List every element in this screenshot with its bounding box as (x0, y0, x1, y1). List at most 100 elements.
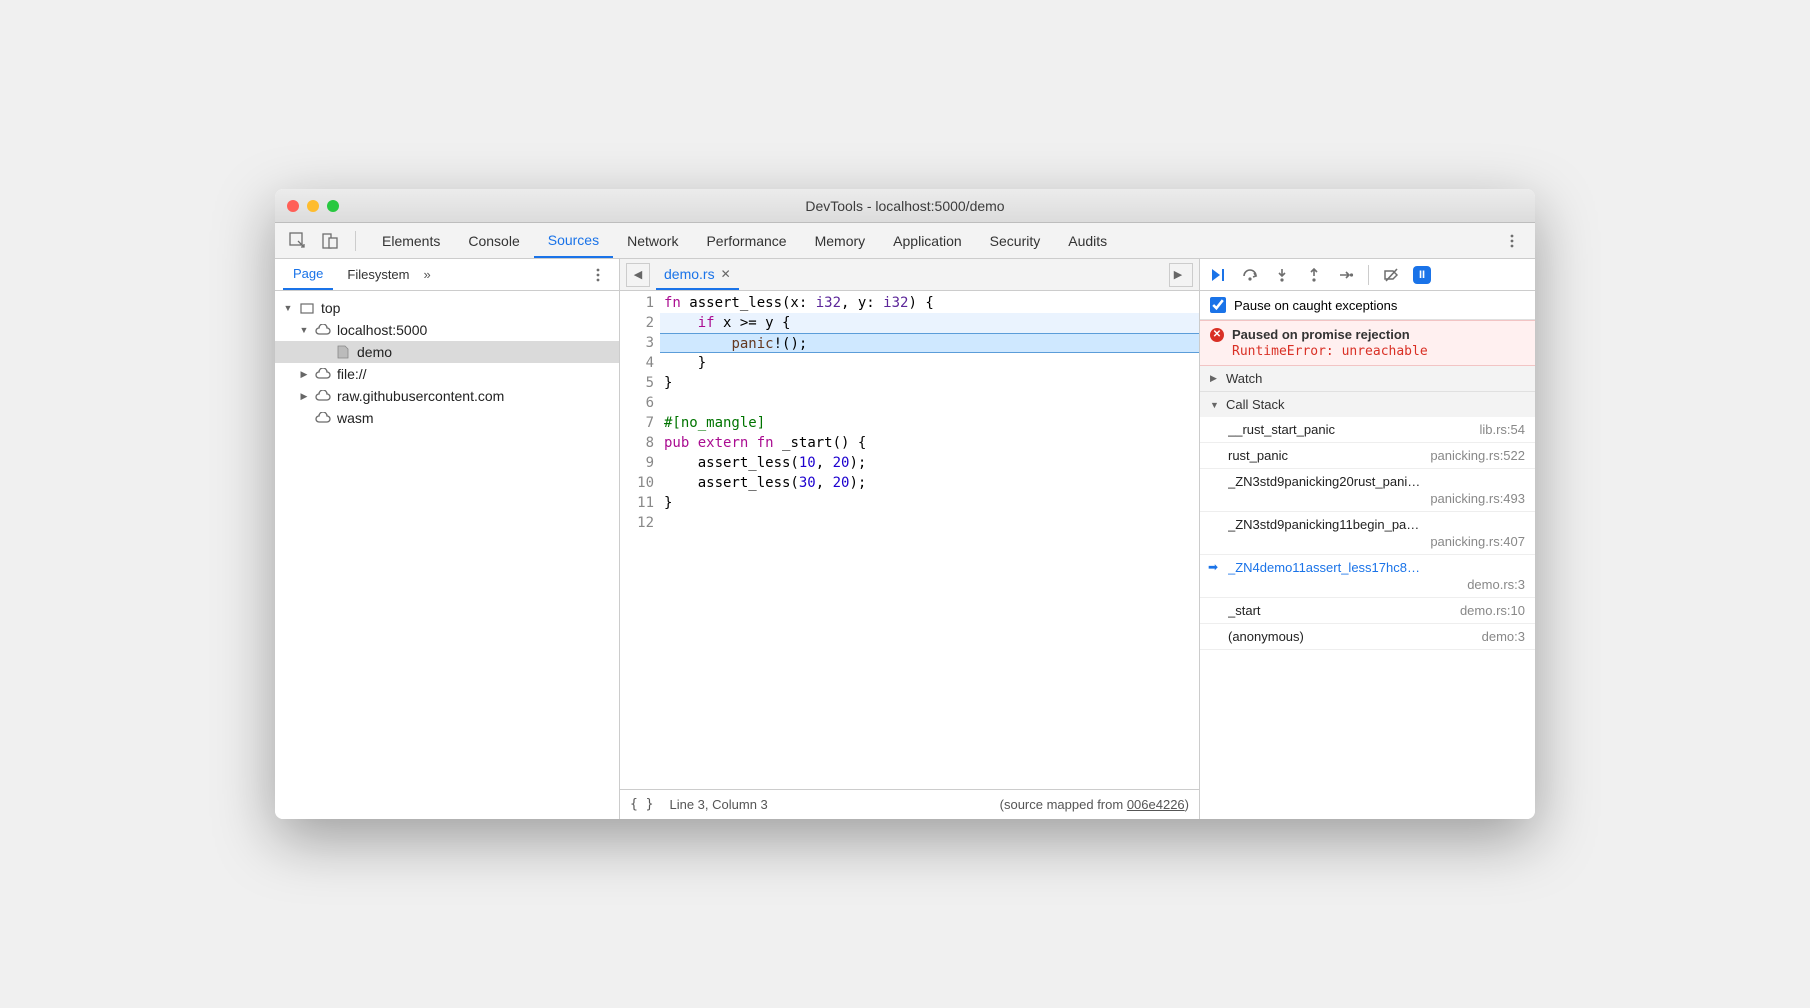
editor-statusbar: { } Line 3, Column 3 (source mapped from… (620, 789, 1199, 819)
frame-function: _ZN3std9panicking11begin_pa… (1228, 517, 1525, 532)
more-options-icon[interactable] (1499, 228, 1525, 254)
panel-tabs: ElementsConsoleSourcesNetworkPerformance… (368, 223, 1121, 258)
code-line[interactable] (660, 393, 1199, 413)
panel-tab-sources[interactable]: Sources (534, 223, 613, 258)
debugger-controls: II (1200, 259, 1535, 291)
stack-frame[interactable]: rust_panicpanicking.rs:522 (1200, 443, 1535, 469)
titlebar: DevTools - localhost:5000/demo (275, 189, 1535, 223)
main-toolbar: ElementsConsoleSourcesNetworkPerformance… (275, 223, 1535, 259)
cloud-icon (315, 388, 331, 404)
panel-tab-application[interactable]: Application (879, 223, 976, 258)
nav-forward-icon[interactable]: ▶ (1169, 263, 1193, 287)
pretty-print-icon[interactable]: { } (630, 797, 653, 812)
panel-tab-console[interactable]: Console (454, 223, 533, 258)
stack-frame[interactable]: (anonymous) demo:3 (1200, 624, 1535, 650)
step-icon[interactable] (1336, 265, 1356, 285)
panel-tab-security[interactable]: Security (976, 223, 1055, 258)
maximize-window-button[interactable] (327, 200, 339, 212)
frame-function: (anonymous) (1228, 629, 1474, 644)
frame-location: demo:3 (1482, 629, 1525, 644)
stack-frame[interactable]: __rust_start_panic lib.rs:54 (1200, 417, 1535, 443)
frame-location: panicking.rs:407 (1228, 534, 1525, 549)
file-tab-demo[interactable]: demo.rs ✕ (656, 259, 739, 290)
paused-detail: RuntimeError: unreachable (1210, 344, 1525, 359)
devtools-window: DevTools - localhost:5000/demo ElementsC… (275, 189, 1535, 819)
code-line[interactable]: #[no_mangle] (660, 413, 1199, 433)
code-line[interactable]: panic!(); (660, 333, 1199, 353)
tree-item-localhost-5000[interactable]: ▼localhost:5000 (275, 319, 619, 341)
panel-tab-network[interactable]: Network (613, 223, 692, 258)
nav-back-icon[interactable]: ◀ (626, 263, 650, 287)
expand-icon: ▼ (1210, 400, 1220, 410)
panel-tab-performance[interactable]: Performance (692, 223, 800, 258)
stack-frame[interactable]: _ZN3std9panicking20rust_pani…panicking.r… (1200, 469, 1535, 512)
code-line[interactable]: if x >= y { (660, 313, 1199, 333)
folder-icon (299, 300, 315, 316)
code-line[interactable]: assert_less(10, 20); (660, 453, 1199, 473)
pause-on-exceptions-icon[interactable]: II (1413, 266, 1431, 284)
frame-location: demo.rs:10 (1460, 603, 1525, 618)
frame-location: lib.rs:54 (1479, 422, 1525, 437)
frame-location: demo.rs:3 (1228, 577, 1525, 592)
step-over-icon[interactable] (1240, 265, 1260, 285)
watch-label: Watch (1226, 371, 1262, 386)
code-line[interactable]: fn assert_less(x: i32, y: i32) { (660, 293, 1199, 313)
code-editor[interactable]: 123456789101112 fn assert_less(x: i32, y… (620, 291, 1199, 789)
stack-frame[interactable]: _ZN4demo11assert_less17hc8… demo.rs:3 (1200, 555, 1535, 598)
step-out-icon[interactable] (1304, 265, 1324, 285)
frame-function: _ZN4demo11assert_less17hc8… (1228, 560, 1525, 575)
page-tab[interactable]: Page (283, 259, 333, 290)
tree-item-label: wasm (337, 410, 374, 426)
panel-tab-audits[interactable]: Audits (1054, 223, 1121, 258)
navigator-pane: Page Filesystem » ▼top▼localhost:5000 dem… (275, 259, 620, 819)
cursor-position: Line 3, Column 3 (669, 797, 767, 812)
tree-item-wasm[interactable]: wasm (275, 407, 619, 429)
pause-caught-checkbox[interactable] (1210, 297, 1226, 313)
resume-icon[interactable] (1208, 265, 1228, 285)
inspect-element-icon[interactable] (285, 228, 311, 254)
watch-section-header[interactable]: ▶ Watch (1200, 366, 1535, 391)
tree-item-raw-githubusercontent-com[interactable]: ▶raw.githubusercontent.com (275, 385, 619, 407)
frame-location: panicking.rs:493 (1228, 491, 1525, 506)
more-tabs-icon[interactable]: » (424, 267, 431, 282)
source-map-info: (source mapped from 006e4226) (1000, 797, 1189, 812)
code-line[interactable]: } (660, 493, 1199, 513)
tree-item-label: top (321, 300, 340, 316)
panel-tab-elements[interactable]: Elements (368, 223, 454, 258)
callstack-section-header[interactable]: ▼ Call Stack (1200, 392, 1535, 417)
callstack-label: Call Stack (1226, 397, 1285, 412)
error-icon: ✕ (1210, 328, 1224, 342)
close-tab-icon[interactable]: ✕ (721, 267, 731, 281)
code-line[interactable]: } (660, 353, 1199, 373)
source-map-link[interactable]: 006e4226 (1127, 797, 1185, 812)
navigator-more-icon[interactable] (585, 262, 611, 288)
paused-banner: ✕ Paused on promise rejection RuntimeErr… (1200, 320, 1535, 366)
cloud-icon (315, 410, 331, 426)
deactivate-breakpoints-icon[interactable] (1381, 265, 1401, 285)
tree-item-label: demo (357, 344, 392, 360)
tree-item-file---[interactable]: ▶file:// (275, 363, 619, 385)
panel-tab-memory[interactable]: Memory (801, 223, 880, 258)
pause-caught-row: Pause on caught exceptions (1200, 291, 1535, 320)
collapse-icon: ▶ (1210, 373, 1220, 384)
code-line[interactable] (660, 513, 1199, 533)
frame-function: __rust_start_panic (1228, 422, 1471, 437)
frame-function: rust_panic (1228, 448, 1422, 463)
tree-item-label: localhost:5000 (337, 322, 427, 338)
cloud-icon (315, 322, 331, 338)
close-window-button[interactable] (287, 200, 299, 212)
file-tab-label: demo.rs (664, 266, 715, 282)
step-into-icon[interactable] (1272, 265, 1292, 285)
device-toolbar-icon[interactable] (317, 228, 343, 254)
code-line[interactable]: assert_less(30, 20); (660, 473, 1199, 493)
filesystem-tab[interactable]: Filesystem (337, 259, 419, 290)
pause-caught-label: Pause on caught exceptions (1234, 298, 1397, 313)
minimize-window-button[interactable] (307, 200, 319, 212)
stack-frame[interactable]: _ZN3std9panicking11begin_pa… panicking.rs… (1200, 512, 1535, 555)
code-line[interactable]: pub extern fn _start() { (660, 433, 1199, 453)
stack-frame[interactable]: _startdemo.rs:10 (1200, 598, 1535, 624)
tree-item-top[interactable]: ▼top (275, 297, 619, 319)
code-line[interactable]: } (660, 373, 1199, 393)
file-tree: ▼top▼localhost:5000 demo ▶file://▶raw.gith… (275, 291, 619, 819)
tree-item-demo[interactable]: demo (275, 341, 619, 363)
